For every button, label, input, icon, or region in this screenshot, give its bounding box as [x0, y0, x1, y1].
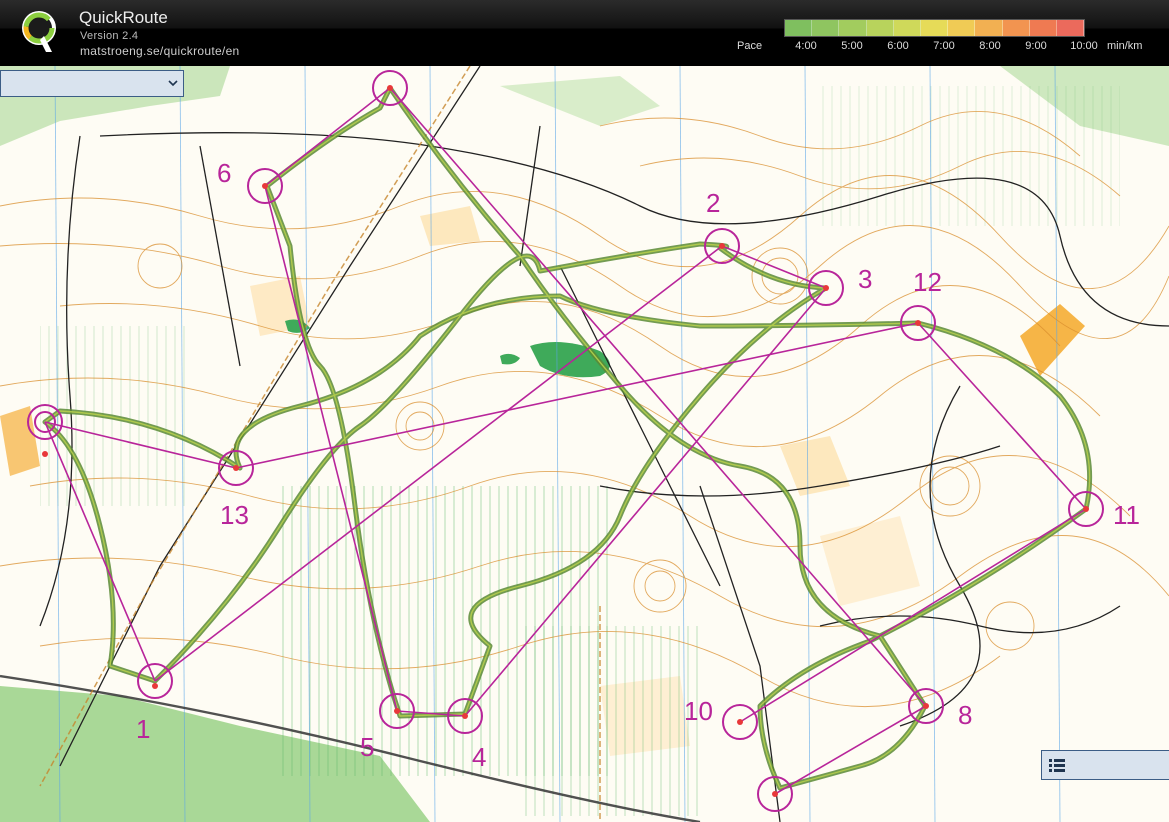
app-url-link[interactable]: matstroeng.se/quickroute/en [80, 44, 240, 58]
control-number: 3 [858, 264, 873, 294]
pace-tick: 9:00 [1025, 40, 1047, 52]
pace-unit: min/km [1107, 40, 1143, 52]
pace-color-segment [1002, 20, 1030, 36]
green-area [500, 76, 660, 126]
pace-tick: 7:00 [933, 40, 955, 52]
app-header: QuickRoute Version 2.4 matstroeng.se/qui… [0, 0, 1169, 66]
pace-color-segment [1056, 20, 1085, 36]
open-land [1020, 304, 1085, 376]
pace-color-segment [893, 20, 921, 36]
pace-color-segment [839, 20, 867, 36]
pace-color-bar [784, 19, 1085, 37]
pace-color-segment [1029, 20, 1057, 36]
control-number: 10 [684, 696, 713, 726]
pace-color-segment [785, 20, 813, 36]
pace-color-segment [812, 20, 840, 36]
control-number: 4 [472, 742, 487, 772]
open-land [820, 516, 920, 606]
control-number: 11 [1113, 500, 1140, 530]
pace-tick: 5:00 [841, 40, 863, 52]
marsh-area [820, 86, 1120, 226]
open-land [0, 406, 40, 476]
pace-color-segment [948, 20, 976, 36]
chevron-down-icon[interactable] [167, 77, 179, 89]
pace-color-segment [866, 20, 894, 36]
map-canvas [0, 66, 1169, 822]
control-number: 1 [136, 714, 151, 744]
pace-tick: 4:00 [795, 40, 817, 52]
pace-color-segment [920, 20, 949, 36]
control-number: 12 [913, 267, 942, 297]
pace-color-segment [975, 20, 1003, 36]
session-dropdown[interactable] [0, 70, 184, 97]
lake [500, 353, 520, 365]
control-number: 5 [360, 732, 375, 762]
pace-tick: 8:00 [979, 40, 1001, 52]
pace-tick: 6:00 [887, 40, 909, 52]
app-version: Version 2.4 [80, 30, 139, 42]
panel-toggle-button[interactable] [1041, 750, 1169, 780]
list-icon [1049, 759, 1065, 772]
control-number: 13 [220, 500, 249, 530]
control-number: 2 [706, 188, 721, 218]
orienteering-map[interactable]: 1 2 3 4 5 6 8 10 11 12 13 [0, 66, 1169, 822]
pace-tick: 10:00 [1070, 40, 1098, 52]
control-number: 8 [958, 700, 973, 730]
open-land [420, 206, 480, 246]
quickroute-logo [22, 11, 56, 52]
marsh-area [520, 626, 700, 816]
app-title: QuickRoute [79, 8, 168, 27]
control-number: 6 [217, 158, 232, 188]
pace-label: Pace [737, 40, 763, 52]
